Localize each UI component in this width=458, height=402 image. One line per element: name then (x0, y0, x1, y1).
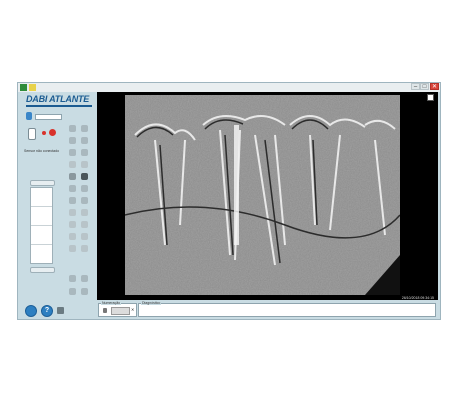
capture-icon[interactable] (49, 129, 56, 136)
thumbnail-scroll-down[interactable] (30, 267, 55, 273)
numeracao-group: Numeração ✕ (98, 301, 137, 317)
tool-color-icon[interactable] (69, 185, 76, 192)
tool-copy-icon[interactable] (81, 233, 88, 240)
bottom-bar: Numeração ✕ Diagnóstico (97, 300, 438, 319)
diagnostico-label: Diagnóstico (141, 301, 162, 305)
thumbnail-slot[interactable] (31, 226, 52, 245)
tool-heart-icon[interactable] (69, 161, 76, 168)
tool-brightness-icon[interactable] (81, 161, 88, 168)
app-window: ‒ □ ✕ DABI ATLANTE Sensor não conectado (17, 82, 441, 320)
minimize-button[interactable]: ‒ (411, 83, 420, 90)
tool-refresh-icon[interactable] (81, 275, 88, 282)
maximize-button[interactable]: □ (420, 83, 429, 90)
diagnostico-field[interactable] (141, 307, 433, 314)
left-panel: DABI ATLANTE Sensor não conectado ? (18, 83, 100, 321)
tool-arrow-icon[interactable] (81, 209, 88, 216)
tool-export-icon[interactable] (69, 275, 76, 282)
tool-ruler-icon[interactable] (81, 221, 88, 228)
tool-print-icon[interactable] (81, 288, 88, 295)
tool-clear-icon[interactable] (69, 245, 76, 252)
basket-icon[interactable] (57, 307, 64, 314)
tooth-icon[interactable] (28, 128, 36, 140)
xray-image (125, 95, 400, 295)
tool-compare-icon[interactable] (69, 233, 76, 240)
tool-emboss-icon[interactable] (81, 197, 88, 204)
brand-logo: DABI ATLANTE (26, 94, 90, 104)
tooth-number-field[interactable] (111, 307, 130, 315)
record-icon[interactable] (42, 131, 46, 135)
tool-measure-icon[interactable] (81, 149, 88, 156)
thumbnail-slot[interactable] (31, 188, 52, 207)
tooth-numbering-icon (103, 308, 107, 313)
sensor-status-text: Sensor não conectado (24, 149, 60, 153)
tool-grid-icon[interactable] (69, 288, 76, 295)
thumbnail-list[interactable] (30, 187, 53, 264)
tool-undo-icon[interactable] (81, 245, 88, 252)
thumbnail-slot[interactable] (31, 207, 52, 226)
numeracao-label: Numeração (101, 301, 122, 305)
image-viewer[interactable]: 26/10/2018 09:34:15 (97, 92, 438, 301)
tool-text-icon[interactable] (69, 209, 76, 216)
close-button[interactable]: ✕ (430, 83, 439, 90)
tool-angle-icon[interactable] (69, 221, 76, 228)
tool-rotate-icon[interactable] (69, 137, 76, 144)
tool-pan-icon[interactable] (81, 125, 88, 132)
sensor-field[interactable] (35, 114, 62, 120)
diagnostico-group: Diagnóstico (138, 301, 436, 317)
thumbnail-slot[interactable] (31, 245, 52, 263)
fullscreen-icon[interactable] (427, 94, 434, 101)
help-icon[interactable]: ? (41, 305, 53, 317)
tool-contrast-icon[interactable] (69, 173, 76, 180)
clear-number-icon[interactable]: ✕ (131, 308, 134, 312)
thumbnail-scroll-up[interactable] (30, 180, 55, 186)
tool-filter-icon[interactable] (69, 197, 76, 204)
tool-move-icon[interactable] (69, 125, 76, 132)
tool-zoom-icon[interactable] (69, 149, 76, 156)
tool-sharpen-icon[interactable] (81, 185, 88, 192)
sensor-icon (26, 112, 32, 120)
brand-logo-underline (26, 105, 92, 107)
tool-flip-icon[interactable] (81, 137, 88, 144)
settings-icon[interactable] (25, 305, 37, 317)
tool-invert-icon[interactable] (81, 173, 88, 180)
